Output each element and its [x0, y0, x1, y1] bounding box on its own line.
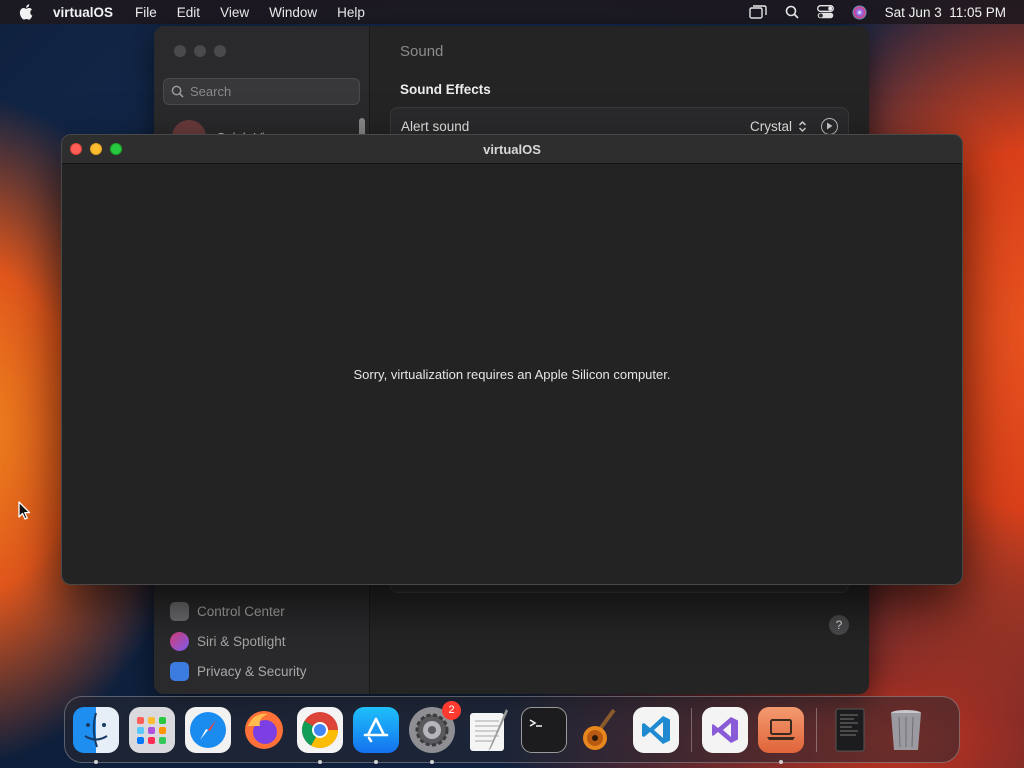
dock-item-app-store[interactable] — [353, 706, 399, 764]
search-placeholder: Search — [190, 84, 232, 99]
control-center-icon — [170, 601, 189, 621]
chrome-icon — [297, 706, 343, 753]
window-controls — [70, 143, 122, 155]
menu-view[interactable]: View — [220, 5, 249, 20]
siri-icon[interactable] — [851, 4, 869, 20]
dock-item-vscode[interactable] — [633, 706, 679, 753]
trash-icon — [883, 707, 929, 753]
firefox-icon — [241, 707, 287, 753]
sidebar-item-label: Privacy & Security — [197, 663, 307, 679]
help-button[interactable]: ? — [829, 615, 849, 635]
laptop-icon — [758, 706, 804, 753]
menu-bar: virtualOS File Edit View Window Help Sat… — [0, 0, 1024, 24]
window-title: virtualOS — [483, 141, 541, 157]
menu-window[interactable]: Window — [269, 5, 317, 20]
sidebar-list: Control Center Siri & Spotlight Privacy … — [170, 596, 307, 686]
running-indicator — [374, 759, 378, 764]
safari-icon — [185, 706, 231, 753]
window-titlebar[interactable]: virtualOS — [62, 135, 962, 164]
mouse-cursor-icon — [18, 501, 31, 520]
inactive-window-controls — [174, 45, 226, 57]
launchpad-icon — [129, 706, 175, 753]
vscode-icon — [633, 706, 679, 753]
textedit-icon — [465, 707, 511, 753]
running-indicator — [318, 759, 322, 764]
menu-file[interactable]: File — [135, 5, 157, 20]
dock-item-downloads-stack[interactable] — [827, 707, 873, 753]
hand-icon — [170, 661, 189, 681]
dock-item-textedit[interactable] — [465, 707, 511, 753]
apple-menu-icon[interactable] — [18, 3, 36, 21]
close-button[interactable] — [70, 143, 82, 155]
alert-sound-value: Crystal — [749, 118, 792, 134]
dock-item-visual-studio[interactable] — [702, 706, 748, 753]
menubar-clock[interactable]: Sat Jun 3 11:05 PM — [885, 5, 1006, 20]
spotlight-search-icon[interactable] — [783, 4, 801, 20]
dock-item-finder[interactable] — [73, 706, 119, 764]
running-indicator — [779, 759, 783, 764]
dock-separator — [816, 707, 817, 752]
dock-item-virtualos[interactable] — [758, 706, 804, 764]
alert-sound-label: Alert sound — [401, 118, 470, 134]
alert-sound-popup[interactable]: Crystal — [749, 117, 838, 135]
control-center-icon[interactable] — [817, 4, 835, 20]
sidebar-item-label: Control Center — [197, 603, 285, 619]
notification-badge: 2 — [442, 700, 461, 720]
zoom-button[interactable] — [110, 143, 122, 155]
virtualos-window: virtualOS Sorry, virtualization requires… — [61, 134, 963, 585]
dock-item-trash[interactable] — [883, 707, 929, 753]
chevron-up-down-icon — [798, 120, 807, 132]
error-message: Sorry, virtualization requires an Apple … — [353, 367, 671, 382]
section-title: Sound Effects — [400, 82, 491, 97]
running-indicator — [430, 759, 434, 764]
sidebar-item-label: Siri & Spotlight — [197, 633, 286, 649]
search-icon — [171, 85, 184, 98]
app-name-menu[interactable]: virtualOS — [53, 5, 113, 20]
minimize-button-inactive[interactable] — [194, 45, 206, 57]
play-icon[interactable] — [821, 117, 838, 135]
dock-item-garageband[interactable] — [577, 707, 623, 753]
settings-search-field[interactable]: Search — [163, 78, 360, 105]
dock-item-chrome[interactable] — [297, 706, 343, 764]
app-store-icon — [353, 706, 399, 753]
zoom-button-inactive[interactable] — [214, 45, 226, 57]
screen-mirroring-icon[interactable] — [748, 4, 767, 20]
page-title: Sound — [400, 43, 444, 60]
minimize-button[interactable] — [90, 143, 102, 155]
sidebar-item-privacy-security[interactable]: Privacy & Security — [170, 656, 307, 686]
menu-edit[interactable]: Edit — [177, 5, 200, 20]
document-stack-icon — [827, 707, 873, 753]
siri-icon — [170, 631, 189, 651]
close-button-inactive[interactable] — [174, 45, 186, 57]
dock-item-launchpad[interactable] — [129, 706, 175, 753]
dock-separator — [691, 707, 692, 752]
sidebar-item-control-center[interactable]: Control Center — [170, 596, 307, 626]
guitar-icon — [577, 707, 623, 753]
sidebar-item-siri-spotlight[interactable]: Siri & Spotlight — [170, 626, 307, 656]
dock-item-terminal[interactable] — [521, 706, 567, 753]
dock-item-system-settings[interactable]: 2 — [409, 700, 461, 764]
menu-help[interactable]: Help — [337, 5, 365, 20]
running-indicator — [94, 759, 98, 764]
visual-studio-icon — [702, 706, 748, 753]
dock-item-firefox[interactable] — [241, 707, 287, 753]
finder-icon — [73, 706, 119, 753]
dock: 2 — [64, 696, 960, 764]
dock-item-safari[interactable] — [185, 706, 231, 753]
terminal-icon — [521, 706, 567, 753]
